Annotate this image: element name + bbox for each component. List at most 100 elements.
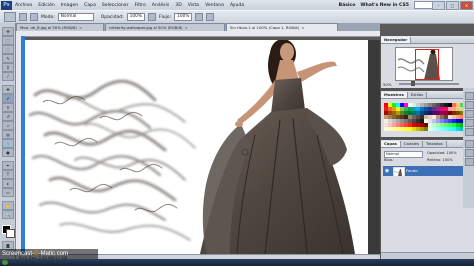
options-bar: Modo: Normal Opacidad: 100% Flujo: 100% xyxy=(0,10,474,24)
eraser-tool-icon[interactable]: ▱ xyxy=(2,121,14,130)
document-tabs: Mod. de_8.jpg al 50% (RGB/8) × celebrity-… xyxy=(16,23,380,31)
airbrush-icon[interactable] xyxy=(195,13,204,21)
minimize-button[interactable]: – xyxy=(432,1,445,10)
layer-thumbnail xyxy=(393,167,405,177)
brush-panel-icon[interactable] xyxy=(465,158,474,166)
navigator-view-box[interactable] xyxy=(415,49,439,80)
swatches-panel xyxy=(381,99,474,137)
color-panel-icon[interactable] xyxy=(465,110,474,118)
background-color-swatch[interactable] xyxy=(6,229,15,238)
navigator-zoom-handle[interactable] xyxy=(411,81,415,86)
smoke-dark-strands xyxy=(42,95,178,213)
mode-select[interactable]: Normal xyxy=(57,13,94,21)
flow-field[interactable]: 100% xyxy=(174,13,193,21)
marquee-tool-icon[interactable]: ⬚ xyxy=(2,36,14,45)
blend-mode-select[interactable]: Normal xyxy=(384,151,423,158)
start-button[interactable] xyxy=(2,260,8,265)
menu-archivo[interactable]: Archivo xyxy=(12,3,35,8)
adjustments-panel-icon[interactable] xyxy=(465,119,474,127)
tab-navigator[interactable]: Navegador xyxy=(381,37,412,43)
pressure-opacity-icon[interactable] xyxy=(147,13,156,21)
move-tool-icon[interactable]: ✥ xyxy=(2,27,14,36)
close-button[interactable]: ✕ xyxy=(460,1,473,10)
gradient-tool-icon[interactable]: ▤ xyxy=(2,130,14,139)
lasso-tool-icon[interactable]: ◌ xyxy=(2,45,14,54)
pressure-size-icon[interactable] xyxy=(206,13,215,21)
menu-edicion[interactable]: Edición xyxy=(35,3,58,8)
photoshop-logo: Ps xyxy=(1,0,12,10)
path-select-tool-icon[interactable]: ▸ xyxy=(2,179,14,188)
layer-opacity-field[interactable]: Opacidad: 100% xyxy=(427,151,457,155)
actions-panel-icon[interactable] xyxy=(465,101,474,109)
eyedropper-tool-icon[interactable]: ⁄ xyxy=(2,72,14,81)
pen-tool-icon[interactable]: ✒ xyxy=(2,161,14,170)
blur-tool-icon[interactable]: 💧 xyxy=(2,139,14,148)
menu-ayuda[interactable]: Ayuda xyxy=(227,3,247,8)
tool-preset-picker[interactable] xyxy=(4,12,16,22)
close-icon[interactable]: × xyxy=(184,25,187,30)
opacity-field[interactable]: 100% xyxy=(126,13,145,21)
search-input[interactable] xyxy=(414,1,434,9)
brush-panel-icon[interactable] xyxy=(30,13,38,21)
close-icon[interactable]: × xyxy=(79,25,82,30)
window-controls: – □ ✕ xyxy=(432,1,473,10)
panel-icon-strip xyxy=(463,88,474,208)
menu-vista[interactable]: Vista xyxy=(185,3,202,8)
paragraph-panel-icon[interactable] xyxy=(465,149,474,157)
shape-tool-icon[interactable]: ▭ xyxy=(2,188,14,197)
canvas-artwork xyxy=(28,40,355,254)
menu-seleccionar[interactable]: Seleccionar xyxy=(99,3,132,8)
canvas-scroll-area[interactable] xyxy=(368,40,380,254)
menu-3d[interactable]: 3D xyxy=(172,3,184,8)
navigator-zoom-value[interactable]: 50% xyxy=(383,82,391,87)
character-panel-icon[interactable] xyxy=(465,140,474,148)
brush-tool-icon[interactable]: ✐ xyxy=(2,94,14,103)
panel-dock: Navegador 50% Muestras Estilos Capas Can… xyxy=(381,36,474,259)
tab-document-1[interactable]: Mod. de_8.jpg al 50% (RGB/8) × xyxy=(16,23,104,31)
tab-swatches[interactable]: Muestras xyxy=(381,92,408,98)
quick-select-tool-icon[interactable]: ✎ xyxy=(2,54,14,63)
layer-row[interactable]: ◉ Fondo xyxy=(383,166,471,177)
layer-controls: Normal Opacidad: 100% Bloq.: Relleno: 10… xyxy=(383,150,471,164)
document-canvas[interactable] xyxy=(25,40,380,254)
type-tool-icon[interactable]: T xyxy=(2,170,14,179)
tab-label: celebrity-wallpaper.jpg al 50% (RGB/8) xyxy=(109,25,183,30)
tab-paths[interactable]: Trazados xyxy=(422,141,447,147)
healing-tool-icon[interactable]: ✚ xyxy=(2,85,14,94)
menu-analisis[interactable]: Análisis xyxy=(149,3,173,8)
tab-document-3[interactable]: Sin título-1 al 100% (Capa 1, RGB/8) × xyxy=(226,23,338,31)
history-panel-icon[interactable] xyxy=(465,92,474,100)
screencast-watermark: Screencast-O-Matic.com xyxy=(0,249,98,259)
dodge-tool-icon[interactable]: ● xyxy=(2,148,14,157)
navigator-panel: 50% xyxy=(381,44,474,88)
crop-tool-icon[interactable]: ⌗ xyxy=(2,63,14,72)
menu-bar: Ps Archivo Edición Imagen Capa Seleccion… xyxy=(0,0,474,10)
fill-field[interactable]: Relleno: 100% xyxy=(427,158,453,162)
opacity-label: Opacidad: xyxy=(100,14,124,20)
clone-stamp-tool-icon[interactable]: ⚲ xyxy=(2,103,14,112)
menu-capa[interactable]: Capa xyxy=(81,3,99,8)
tab-channels[interactable]: Canales xyxy=(400,141,423,147)
maximize-button[interactable]: □ xyxy=(446,1,459,10)
menu-filtro[interactable]: Filtro xyxy=(132,3,149,8)
menu-ventana[interactable]: Ventana xyxy=(202,3,227,8)
eye-icon[interactable]: ◉ xyxy=(384,168,390,174)
whats-new-link[interactable]: What's New in CS5 xyxy=(360,3,409,8)
smoke-effect xyxy=(28,79,196,241)
tab-document-2[interactable]: celebrity-wallpaper.jpg al 50% (RGB/8) × xyxy=(105,23,225,31)
navigator-zoom-slider[interactable] xyxy=(399,83,459,85)
navigator-preview[interactable] xyxy=(395,47,453,81)
hand-tool-icon[interactable]: ✋ xyxy=(2,201,14,210)
zoom-tool-icon[interactable]: 🔍 xyxy=(2,210,14,219)
layer-name[interactable]: Fondo xyxy=(406,166,418,176)
brush-preset-icon[interactable] xyxy=(19,13,27,21)
history-brush-tool-icon[interactable]: ↺ xyxy=(2,112,14,121)
workspace-switcher[interactable]: Básico xyxy=(339,3,356,8)
close-icon[interactable]: × xyxy=(301,25,304,30)
tab-label: Mod. de_8.jpg al 50% (RGB/8) xyxy=(20,25,77,30)
menu-imagen[interactable]: Imagen xyxy=(58,3,81,8)
layers-panel: Normal Opacidad: 100% Bloq.: Relleno: 10… xyxy=(381,148,474,259)
masks-panel-icon[interactable] xyxy=(465,128,474,136)
tab-layers[interactable]: Capas xyxy=(381,141,401,147)
tab-styles[interactable]: Estilos xyxy=(407,92,428,98)
